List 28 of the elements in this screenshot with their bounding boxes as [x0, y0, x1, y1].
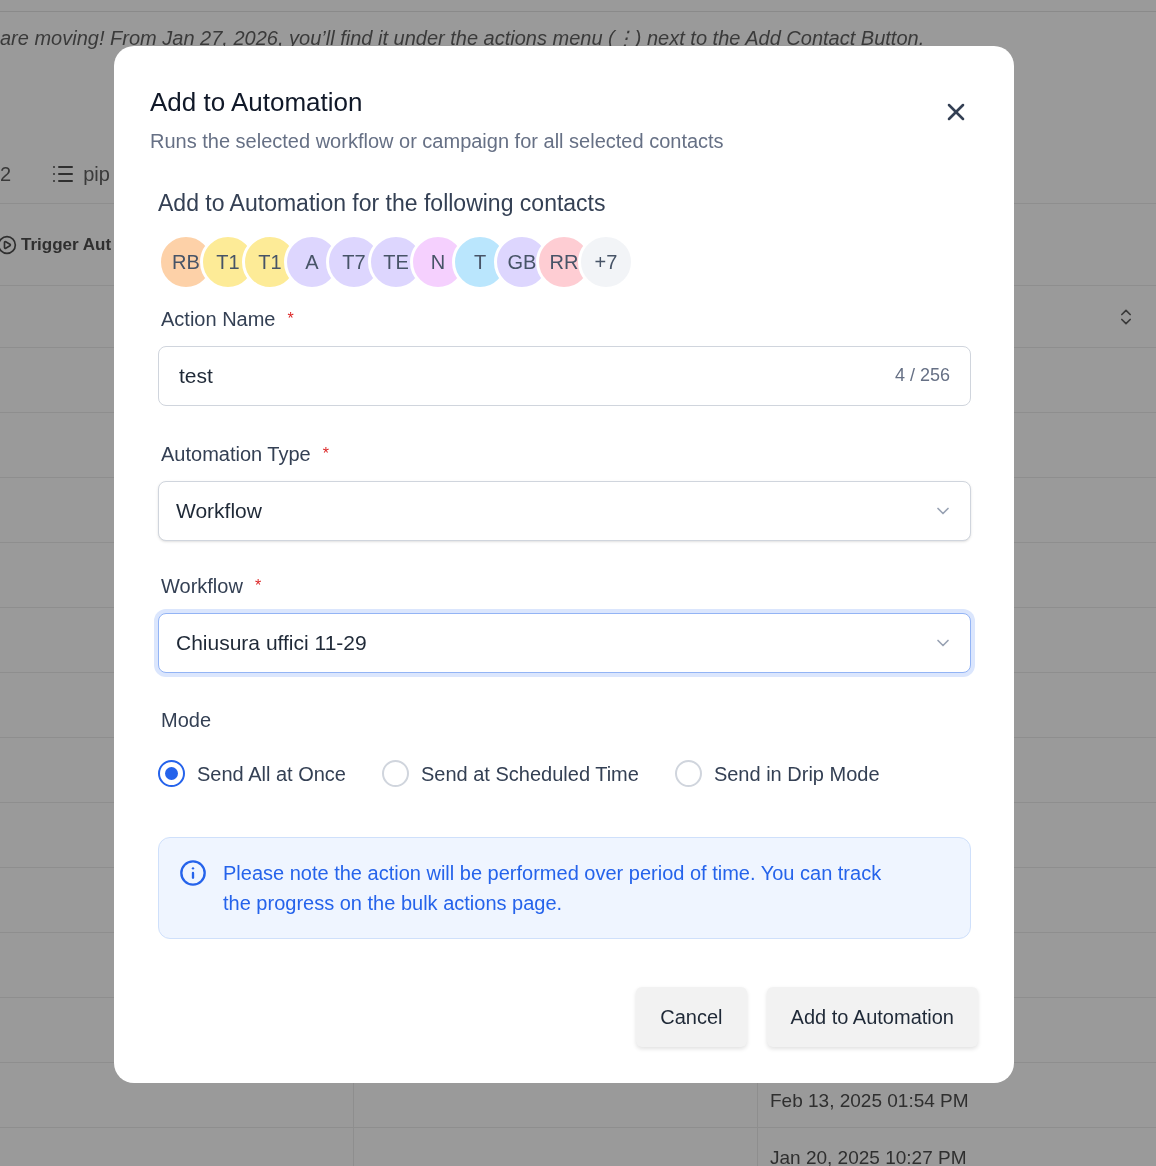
count-label: 2: [0, 161, 12, 187]
radio-label: Send All at Once: [197, 761, 346, 787]
radio-label: Send at Scheduled Time: [421, 761, 639, 787]
field-label: Action Name: [161, 306, 276, 332]
radio-label: Send in Drip Mode: [713, 761, 880, 787]
note-text: Please note the action will be performed over period of time. You can track the progress on the bulk actions page.: [223, 860, 883, 916]
field-label: Workflow: [161, 573, 243, 599]
field-label: Mode: [160, 707, 213, 733]
character-counter: 4 / 256: [894, 364, 950, 387]
info-icon: [179, 858, 207, 887]
required-asterisk: *: [254, 575, 262, 596]
section-heading: Add to Automation for the following contacts: [158, 189, 607, 218]
dialog-subtitle: Runs the selected workflow or campaign for all selected contacts: [150, 129, 724, 154]
field-label: Automation Type: [161, 441, 311, 467]
action-name-field[interactable]: test 4 / 256: [158, 345, 971, 406]
field-value: test: [179, 362, 213, 389]
required-asterisk: *: [322, 443, 329, 464]
date-text: Feb 13, 2025 01:54 PM: [770, 1089, 969, 1113]
dialog-title: Add to Automation: [150, 86, 364, 118]
date-text: Jan 20, 2025 10:27 PM: [770, 1146, 967, 1166]
cancel-button[interactable]: Cancel: [636, 986, 747, 1047]
select-field[interactable]: Workflow: [158, 480, 971, 541]
trigger-button[interactable]: Trigger Aut: [0, 231, 112, 258]
radio-button[interactable]: [158, 760, 185, 787]
submit-button[interactable]: Add to Automation: [766, 986, 978, 1047]
play-icon: [0, 234, 17, 255]
view-tab[interactable]: pip: [83, 158, 110, 189]
required-asterisk: *: [287, 308, 294, 329]
